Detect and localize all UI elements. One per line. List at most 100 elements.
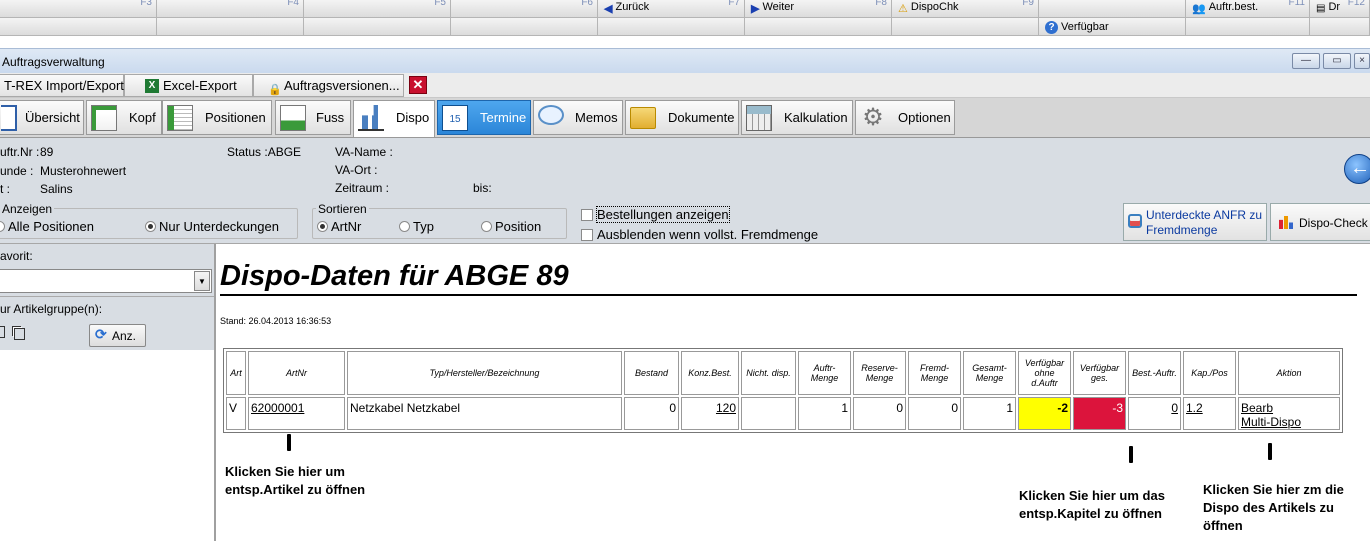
excel-export-label: Excel-Export — [163, 78, 237, 93]
radio-icon — [0, 221, 5, 232]
favorit-select[interactable]: ▼ — [0, 269, 212, 293]
maximize-button[interactable]: ▭ — [1323, 53, 1351, 69]
tab-label: Dokumente — [668, 110, 735, 125]
tab-memos[interactable]: Memos — [533, 100, 623, 135]
cell-kap-pos: 1.2 — [1183, 397, 1236, 430]
left-panel: avorit: ▼ ur Artikelgruppe(n): ⟳ Anz. — [0, 244, 216, 541]
people-icon: 👥 — [1192, 3, 1206, 16]
arrow-right-icon: ▶ — [751, 3, 760, 16]
tab-label: Optionen — [898, 110, 951, 125]
fkey-number: F11 — [1288, 0, 1306, 8]
anzeigen-legend: Anzeigen — [0, 202, 55, 216]
tab-positionen[interactable]: Positionen — [162, 100, 272, 135]
unterdeckte-anfr-button[interactable]: Unterdeckte ANFR zu Fremdmenge — [1123, 203, 1267, 241]
copy-icon[interactable] — [14, 328, 25, 340]
window-title-bar: Auftragsverwaltung — ▭ × — [0, 48, 1370, 74]
header-best-auftr: Best.-Auftr. — [1128, 351, 1181, 395]
radio-icon — [481, 221, 492, 232]
tab-dispo[interactable]: Dispo — [353, 100, 435, 137]
note-line: Klicken Sie hier um das — [1019, 488, 1165, 503]
fkey-number: F8 — [875, 0, 887, 8]
copy-icon[interactable] — [0, 326, 5, 338]
multi-dispo-link[interactable]: Multi-Dispo — [1241, 415, 1301, 429]
bar-chart-icon — [1279, 216, 1293, 229]
header-aktion: Aktion — [1238, 351, 1340, 395]
fkey-row2-9[interactable] — [1186, 18, 1310, 36]
cell-bezeichnung: Netzkabel Netzkabel — [347, 397, 622, 430]
favorit-section: avorit: ▼ — [0, 244, 214, 296]
kap-pos-link[interactable]: 1.2 — [1186, 401, 1203, 415]
dispo-check-button[interactable]: Dispo-Check — [1270, 203, 1370, 241]
tab-label: Memos — [575, 110, 618, 125]
cell-fremd-menge: 0 — [908, 397, 961, 430]
table-row: V 62000001 Netzkabel Netzkabel 0 120 1 0… — [226, 397, 1340, 430]
tab-termine[interactable]: 15 Termine — [437, 100, 531, 135]
sort-position-radio[interactable]: Position — [481, 219, 541, 234]
fkey-f3[interactable]: F3 — [0, 0, 157, 18]
cell-bestand: 0 — [624, 397, 679, 430]
fkey-number: F5 — [434, 0, 446, 8]
report-timestamp: Stand: 26.04.2013 16:36:53 — [220, 316, 332, 326]
fkey-f6[interactable]: F6 — [451, 0, 598, 18]
tab-label: Fuss — [316, 110, 345, 125]
fkey-auftr-best[interactable]: 👥 Auftr.best. F11 — [1186, 0, 1310, 18]
best-auftr-link[interactable]: 0 — [1171, 401, 1178, 415]
fkey-verfuegbar[interactable]: ? Verfügbar — [1039, 18, 1186, 36]
fkey-zurueck[interactable]: ◀ Zurück F7 — [598, 0, 745, 18]
fkey-druck[interactable]: ▤ Dr F12 — [1310, 0, 1370, 18]
excel-export-button[interactable]: X Excel-Export — [124, 74, 253, 97]
fkey-row2-10[interactable] — [1310, 18, 1370, 36]
back-arrow-icon[interactable]: ← — [1344, 154, 1370, 184]
fkey-row2-2[interactable] — [157, 18, 304, 36]
nur-unterdeckungen-radio[interactable]: Nur Unterdeckungen — [145, 219, 279, 234]
bearb-link[interactable]: Bearb — [1241, 401, 1273, 415]
fkey-dispochk[interactable]: ⚠ DispoChk F9 — [892, 0, 1039, 18]
order-info-panel: uftr.Nr : 89 unde : Musterohnewert t : S… — [0, 138, 1370, 201]
bestellungen-checkbox[interactable]: Bestellungen anzeigen — [581, 206, 730, 223]
tab-label: Übersicht — [25, 110, 80, 125]
tab-kalkulation[interactable]: Kalkulation — [741, 100, 853, 135]
header-nicht-disp: Nicht. disp. — [741, 351, 796, 395]
ausblenden-checkbox[interactable]: Ausblenden wenn vollst. Fremdmenge — [581, 227, 818, 242]
auftragsversionen-button[interactable]: 🔒 Auftragsversionen... — [253, 74, 404, 97]
minimize-button[interactable]: — — [1292, 53, 1320, 69]
konz-best-link[interactable]: 120 — [716, 401, 736, 415]
chevron-down-icon[interactable]: ▼ — [194, 271, 210, 291]
anz-button[interactable]: ⟳ Anz. — [89, 324, 146, 347]
tab-dokumente[interactable]: Dokumente — [625, 100, 739, 135]
fkey-f4[interactable]: F4 — [157, 0, 304, 18]
tab-label: Kalkulation — [784, 110, 848, 125]
fkey-row2-7[interactable] — [892, 18, 1039, 36]
sortieren-legend: Sortieren — [316, 202, 369, 216]
warning-icon: ⚠ — [898, 3, 908, 16]
status-value: Status :ABGE — [227, 145, 302, 159]
fkey-row2-4[interactable] — [451, 18, 598, 36]
alle-positionen-radio[interactable]: Alle Positionen — [0, 219, 94, 234]
calculator-icon — [746, 105, 772, 131]
bar-chart-icon — [358, 105, 384, 131]
note-dispo: Klicken Sie hier zm die Dispo des Artikel… — [1203, 481, 1344, 535]
fkey-label: Auftr.best. — [1208, 1, 1259, 13]
note-line: Klicken Sie hier um — [225, 464, 345, 479]
sort-typ-radio[interactable]: Typ — [399, 219, 434, 234]
auftragsversionen-label: Auftragsversionen... — [284, 78, 400, 93]
tab-fuss[interactable]: Fuss — [275, 100, 351, 135]
tab-uebersicht[interactable]: Übersicht — [0, 100, 84, 135]
close-icon[interactable]: ✕ — [409, 76, 427, 94]
close-window-button[interactable]: × — [1354, 53, 1370, 69]
import-export-button[interactable]: T-REX Import/Export — [0, 74, 124, 97]
fkey-f5[interactable]: F5 — [304, 0, 451, 18]
cell-auftr-menge: 1 — [798, 397, 851, 430]
fkey-f10[interactable] — [1039, 0, 1186, 18]
fkey-row2-1[interactable] — [0, 18, 157, 36]
filter-panel: Anzeigen Alle Positionen Nur Unterdeckun… — [0, 201, 1370, 244]
fkey-row2-5[interactable] — [598, 18, 745, 36]
fkey-weiter[interactable]: ▶ Weiter F8 — [745, 0, 892, 18]
note-artikel: Klicken Sie hier um entsp.Artikel zu öffn… — [225, 463, 365, 499]
fkey-row2-6[interactable] — [745, 18, 892, 36]
tab-optionen[interactable]: ⚙ Optionen — [855, 100, 955, 135]
sort-artnr-radio[interactable]: ArtNr — [317, 219, 361, 234]
fkey-row2-3[interactable] — [304, 18, 451, 36]
artnr-link[interactable]: 62000001 — [251, 401, 304, 415]
tab-kopf[interactable]: Kopf — [86, 100, 162, 135]
